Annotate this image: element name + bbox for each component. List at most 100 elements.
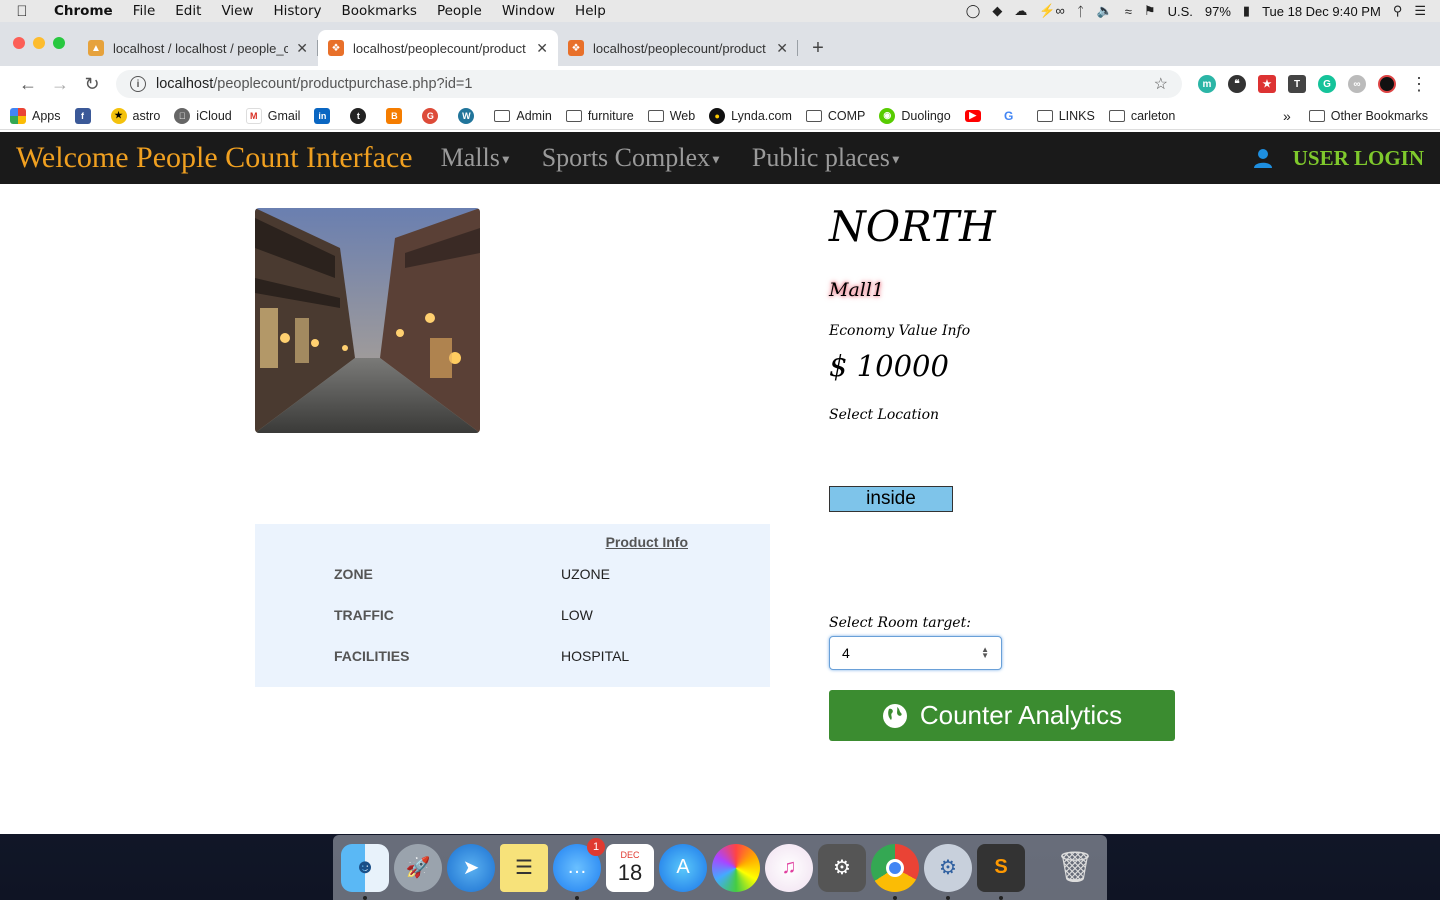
volume-icon[interactable]: 🔈 bbox=[1097, 3, 1113, 19]
menu-help[interactable]: Help bbox=[565, 3, 616, 19]
input-source-label[interactable]: U.S. bbox=[1168, 4, 1193, 19]
bookmark-links[interactable]: LINKS bbox=[1036, 109, 1095, 123]
battery-icon[interactable]: ▮ bbox=[1243, 3, 1250, 19]
bookmark-wordpress[interactable]: W bbox=[458, 107, 480, 124]
menu-people[interactable]: People bbox=[427, 3, 492, 19]
menu-view[interactable]: View bbox=[211, 3, 263, 19]
menu-file[interactable]: File bbox=[123, 3, 166, 19]
bookmark-furniture[interactable]: furniture bbox=[565, 109, 634, 123]
bookmark-apps[interactable]: Apps bbox=[10, 107, 61, 124]
chrome-menu-icon[interactable]: ⋮ bbox=[1410, 74, 1428, 95]
bookmark-duolingo[interactable]: ◉ Duolingo bbox=[879, 107, 951, 124]
bookmark-google[interactable]: G bbox=[1000, 107, 1023, 124]
nav-label: Public places bbox=[751, 143, 890, 172]
tab-phpmyadmin[interactable]: ▲ localhost / localhost / people_c ✕ bbox=[78, 30, 318, 66]
bookmark-tumblr[interactable]: t bbox=[350, 107, 372, 124]
bookmark-web[interactable]: Web bbox=[647, 109, 695, 123]
notification-center-icon[interactable]: ☰ bbox=[1414, 3, 1426, 19]
bookmark-admin[interactable]: Admin bbox=[494, 109, 552, 123]
bookmark-astro[interactable]: ★ astro bbox=[110, 107, 160, 124]
launchpad-icon[interactable]: 🚀 bbox=[394, 843, 442, 892]
room-target-input[interactable]: 4 ▲ ▼ bbox=[829, 636, 1002, 670]
menu-app-name[interactable]: Chrome bbox=[44, 3, 123, 19]
app-store-icon[interactable]: A bbox=[659, 843, 707, 892]
bookmark-googleplus[interactable]: G bbox=[422, 107, 444, 124]
close-tab-icon[interactable]: ✕ bbox=[776, 40, 788, 57]
bluetooth-icon[interactable]: ᛏ bbox=[1077, 4, 1085, 19]
bookmark-icloud[interactable]:  iCloud bbox=[174, 107, 232, 124]
chrome-icon[interactable] bbox=[871, 843, 919, 900]
power-status-icon[interactable]: ⚡∞ bbox=[1039, 3, 1064, 19]
bookmark-lynda[interactable]: ● Lynda.com bbox=[709, 107, 792, 124]
linkedin-icon: in bbox=[314, 107, 331, 124]
bookmark-gmail[interactable]: M Gmail bbox=[245, 107, 300, 124]
new-tab-button[interactable]: + bbox=[798, 30, 838, 66]
running-indicator bbox=[363, 895, 367, 900]
bookmark-other-bookmarks[interactable]: Other Bookmarks bbox=[1308, 109, 1428, 123]
calendar-icon[interactable]: DEC 18 bbox=[606, 843, 654, 892]
number-spinner-icon[interactable]: ▲ ▼ bbox=[981, 646, 989, 660]
settings-gear-icon[interactable]: ⚙ bbox=[924, 843, 972, 900]
notes-icon[interactable]: ☰ bbox=[500, 843, 548, 892]
battery-percent[interactable]: 97% bbox=[1205, 4, 1231, 19]
close-tab-icon[interactable]: ✕ bbox=[536, 40, 548, 57]
forward-arrow-icon[interactable]: → bbox=[44, 74, 76, 95]
user-login-link[interactable]: USER LOGIN bbox=[1253, 146, 1424, 171]
extension-red-icon[interactable]: ★ bbox=[1258, 75, 1276, 93]
tab-title: localhost/peoplecount/product bbox=[353, 40, 526, 56]
extension-quote-icon[interactable]: ❝ bbox=[1228, 75, 1246, 93]
wifi-icon[interactable]: ≈ bbox=[1125, 4, 1132, 19]
safari-icon[interactable]: ➤ bbox=[447, 843, 495, 892]
zoom-window-button[interactable] bbox=[53, 37, 65, 49]
grammarly-icon[interactable]: G bbox=[1318, 75, 1336, 93]
counter-analytics-button[interactable]: Counter Analytics bbox=[829, 690, 1175, 741]
trash-icon[interactable]: 🗑 bbox=[1051, 844, 1099, 892]
menu-window[interactable]: Window bbox=[492, 3, 565, 19]
bookmark-facebook[interactable]: f bbox=[74, 107, 97, 124]
bookmark-star-icon[interactable]: ☆ bbox=[1154, 74, 1168, 94]
bookmark-youtube[interactable]: ▶ bbox=[964, 109, 987, 122]
close-window-button[interactable] bbox=[13, 37, 25, 49]
extension-cycle-icon[interactable]: ∞ bbox=[1348, 75, 1366, 93]
tab-productpurchase[interactable]: ❖ localhost/peoplecount/product ✕ bbox=[558, 30, 798, 66]
menu-history[interactable]: History bbox=[263, 3, 331, 19]
menu-edit[interactable]: Edit bbox=[165, 3, 211, 19]
stack-status-icon[interactable]: ◆ bbox=[992, 3, 1002, 19]
clock[interactable]: Tue 18 Dec 9:40 PM bbox=[1262, 4, 1381, 19]
calendar-day: 18 bbox=[617, 859, 643, 885]
tab-productpurchase-active[interactable]: ❖ localhost/peoplecount/product ✕ bbox=[318, 30, 558, 66]
messages-icon[interactable]: … 1 bbox=[553, 837, 605, 900]
photos-icon[interactable] bbox=[712, 843, 760, 892]
system-preferences-icon[interactable]: ⚙ bbox=[818, 843, 866, 892]
sublime-text-icon[interactable]: S bbox=[977, 843, 1025, 900]
url-field[interactable]: i localhost/peoplecount/productpurchase.… bbox=[116, 70, 1182, 98]
caret-down-icon: ▼ bbox=[710, 152, 722, 167]
bookmark-carleton[interactable]: carleton bbox=[1108, 109, 1175, 123]
menu-bookmarks[interactable]: Bookmarks bbox=[332, 3, 427, 19]
nav-malls-dropdown[interactable]: Malls▼ bbox=[441, 143, 512, 173]
back-arrow-icon[interactable]: ← bbox=[12, 74, 44, 95]
site-brand[interactable]: Welcome People Count Interface bbox=[16, 141, 413, 175]
bookmarks-overflow-chevron-icon[interactable]: » bbox=[1283, 108, 1291, 124]
profile-avatar[interactable] bbox=[1378, 75, 1396, 93]
folder-icon bbox=[565, 109, 582, 122]
cloud-status-icon[interactable]: ☁ bbox=[1014, 3, 1027, 19]
minimize-window-button[interactable] bbox=[33, 37, 45, 49]
spotlight-search-icon[interactable]: ⚲ bbox=[1393, 3, 1403, 19]
input-source-flag-icon[interactable]: ⚑ bbox=[1144, 3, 1156, 19]
nav-public-places-dropdown[interactable]: Public places▼ bbox=[752, 143, 902, 173]
bookmark-linkedin[interactable]: in bbox=[314, 107, 336, 124]
extension-m-icon[interactable]: m bbox=[1198, 75, 1216, 93]
reload-icon[interactable]: ↻ bbox=[76, 74, 108, 95]
app-status-icon[interactable]: ◯ bbox=[966, 3, 981, 19]
bookmark-comp[interactable]: COMP bbox=[805, 109, 865, 123]
extension-t-icon[interactable]: T bbox=[1288, 75, 1306, 93]
bookmark-blogger[interactable]: B bbox=[386, 107, 408, 124]
apple-icon[interactable]:  bbox=[0, 3, 44, 20]
finder-icon[interactable]: ☻ bbox=[341, 843, 389, 900]
location-select[interactable]: inside bbox=[829, 486, 953, 512]
close-tab-icon[interactable]: ✕ bbox=[296, 40, 308, 57]
nav-sports-complex-dropdown[interactable]: Sports Complex▼ bbox=[542, 143, 722, 173]
itunes-icon[interactable]: ♫ bbox=[765, 843, 813, 892]
site-info-icon[interactable]: i bbox=[130, 76, 146, 92]
